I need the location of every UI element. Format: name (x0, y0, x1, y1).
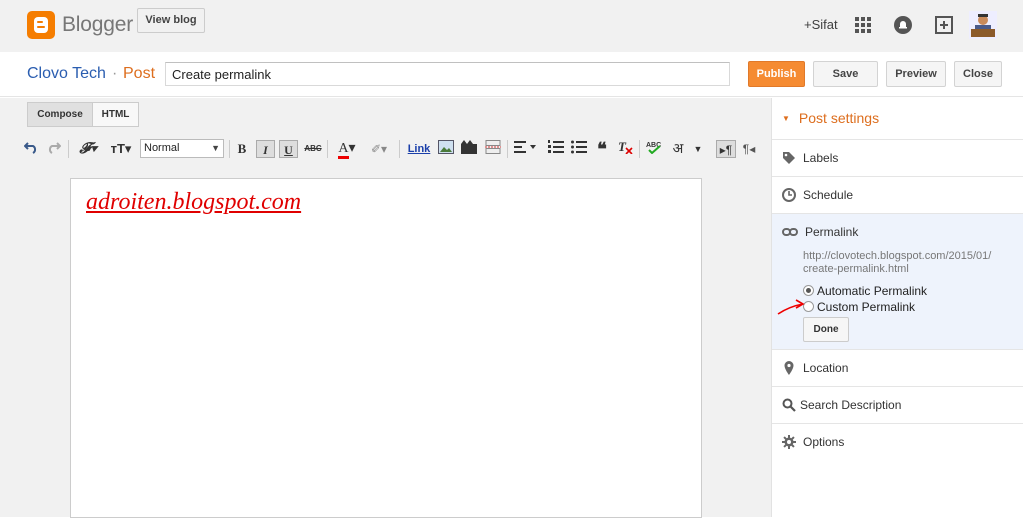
chevron-down-icon: ▼ (211, 143, 220, 153)
automatic-permalink-radio[interactable] (803, 285, 814, 296)
save-button[interactable]: Save (813, 61, 878, 87)
bold-icon[interactable]: B (234, 140, 250, 158)
blog-name-link[interactable]: Clovo Tech (27, 65, 106, 83)
publish-button[interactable]: Publish (748, 61, 805, 87)
text-color-icon[interactable]: A▾ (333, 140, 361, 159)
user-profile-link[interactable]: +Sifat (804, 17, 838, 32)
annotation-arrow-icon (776, 296, 806, 323)
compose-canvas[interactable]: adroiten.blogspot.com (70, 178, 702, 518)
quote-icon[interactable]: ❝ (593, 140, 611, 158)
sidebar-item-label: Search Description (800, 398, 902, 412)
sidebar-item-location[interactable]: Location (772, 349, 1023, 386)
link-icon (782, 225, 798, 239)
link-button[interactable]: Link (406, 140, 432, 158)
post-label: Post (123, 65, 156, 82)
blogger-logo-icon[interactable] (27, 11, 55, 39)
underline-icon[interactable]: U (279, 140, 298, 158)
view-blog-button[interactable]: View blog (137, 8, 205, 33)
post-header: Clovo Tech · Post Publish Save Preview C… (0, 52, 1023, 97)
spellcheck-icon[interactable]: ABC (645, 140, 663, 158)
sidebar-item-options[interactable]: Options (772, 423, 1023, 460)
svg-text:T: T (618, 140, 627, 154)
italic-icon[interactable]: I (256, 140, 275, 158)
font-family-icon[interactable]: 𝓕▾ (75, 140, 101, 158)
numbered-list-icon[interactable] (547, 140, 565, 158)
permalink-url: http://clovotech.blogspot.com/2015/01/ c… (803, 250, 991, 276)
preview-button[interactable]: Preview (886, 61, 946, 87)
align-icon[interactable] (513, 140, 541, 158)
close-button[interactable]: Close (954, 61, 1002, 87)
tag-icon (782, 151, 796, 165)
search-icon (782, 398, 796, 412)
permalink-url-line: create-permalink.html (803, 263, 909, 275)
automatic-permalink-label[interactable]: Automatic Permalink (817, 284, 927, 298)
permalink-url-line: http://clovotech.blogspot.com/2015/01/ (803, 250, 992, 262)
strikethrough-icon[interactable]: ABC (304, 140, 322, 158)
post-body-text[interactable]: adroiten.blogspot.com (86, 189, 301, 216)
sidebar-item-label: Location (803, 361, 849, 375)
toolbar-divider (507, 140, 508, 158)
sidebar-item-label: Options (803, 435, 845, 449)
remove-formatting-icon[interactable]: T (616, 139, 634, 158)
notifications-icon[interactable] (894, 16, 912, 34)
ltr-direction-icon[interactable]: ▸¶ (716, 140, 736, 158)
toolbar-divider (229, 140, 230, 158)
sidebar-item-schedule[interactable]: Schedule (772, 176, 1023, 213)
sidebar-item-label: Labels (803, 151, 839, 165)
rtl-direction-icon[interactable]: ¶◂ (740, 140, 758, 158)
post-settings-header[interactable]: ▼ Post settings (782, 110, 879, 126)
breadcrumb-separator: · (112, 65, 118, 82)
transliteration-icon[interactable]: अ (668, 140, 688, 158)
jump-break-icon[interactable] (484, 140, 502, 158)
post-settings-sidebar: ▼ Post settings Labels Schedule Permalink… (771, 98, 1023, 517)
share-add-icon[interactable] (935, 16, 953, 34)
sidebar-item-search-description[interactable]: Search Description (772, 386, 1023, 423)
undo-icon[interactable] (23, 140, 39, 158)
post-title-input[interactable] (165, 62, 730, 86)
editor-toolbar: 𝓕▾ ᴛT▾ Normal ▼ B I U ABC A▾ ✐▾ Link ❝ T… (0, 134, 771, 164)
toolbar-divider (327, 140, 328, 158)
chevron-down-icon[interactable]: ▼ (692, 140, 704, 158)
font-size-icon[interactable]: ᴛT▾ (107, 140, 135, 158)
clock-icon (782, 188, 796, 202)
toolbar-divider (399, 140, 400, 158)
image-icon[interactable] (437, 140, 455, 158)
done-button[interactable]: Done (803, 317, 849, 342)
sidebar-item-label[interactable]: Permalink (805, 225, 858, 239)
map-pin-icon (782, 361, 796, 375)
top-bar: Blogger View blog +Sifat (0, 0, 1023, 52)
video-icon[interactable] (460, 140, 478, 158)
avatar[interactable] (969, 11, 997, 39)
apps-grid-icon[interactable] (855, 17, 871, 33)
brand-name: Blogger (62, 13, 133, 36)
toolbar-divider (639, 140, 640, 158)
heading-select[interactable]: Normal ▼ (140, 139, 224, 158)
toolbar-divider (68, 140, 69, 158)
tab-compose[interactable]: Compose (27, 102, 93, 127)
gear-icon (782, 435, 796, 449)
sidebar-item-labels[interactable]: Labels (772, 139, 1023, 176)
tab-html[interactable]: HTML (92, 102, 139, 127)
custom-permalink-label[interactable]: Custom Permalink (817, 300, 915, 314)
sidebar-item-label: Schedule (803, 188, 854, 202)
highlight-color-icon[interactable]: ✐▾ (365, 140, 393, 158)
caret-down-icon: ▼ (782, 114, 790, 123)
redo-icon[interactable] (46, 140, 62, 158)
sidebar-item-permalink: Permalink http://clovotech.blogspot.com/… (772, 213, 1023, 349)
heading-select-value: Normal (144, 142, 180, 154)
post-settings-title: Post settings (798, 110, 880, 126)
bullet-list-icon[interactable] (570, 140, 588, 158)
